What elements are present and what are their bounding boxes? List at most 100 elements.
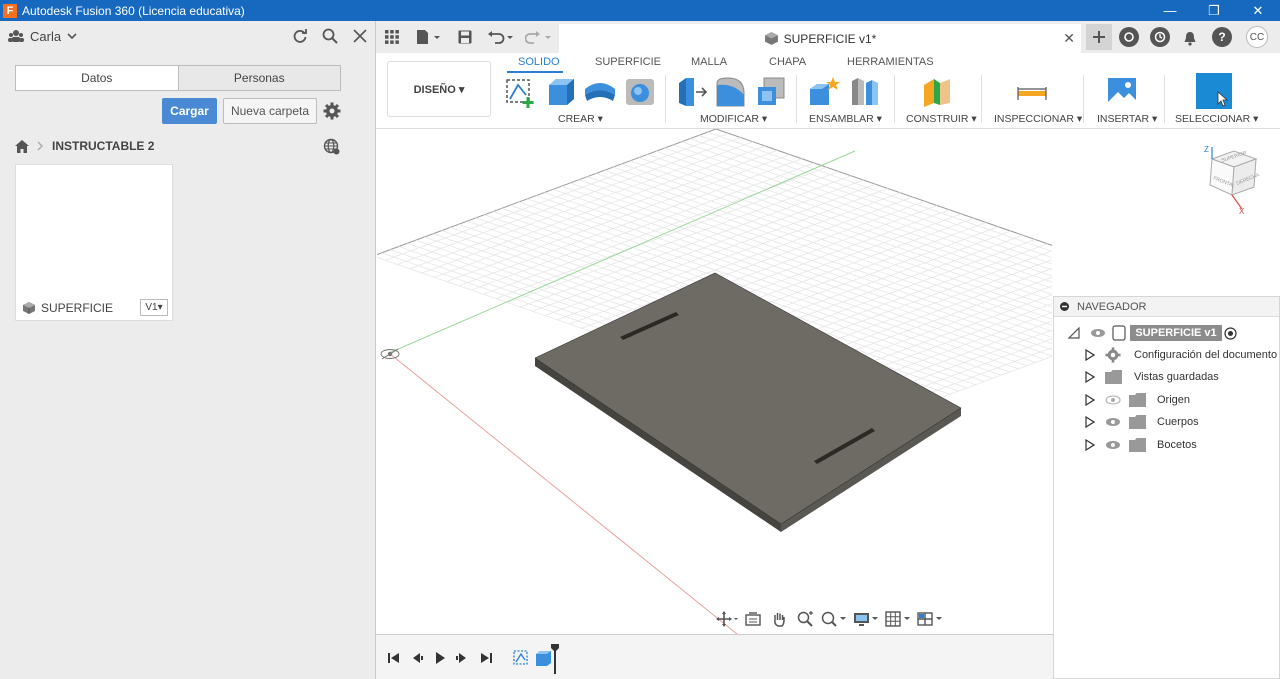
axis-z-label: Z <box>1204 145 1209 154</box>
expand-arrow-icon[interactable] <box>1085 349 1095 361</box>
navigator-item-label: Bocetos <box>1157 439 1197 451</box>
timeline-marker-icon[interactable] <box>550 644 560 674</box>
redo-icon[interactable] <box>524 28 554 46</box>
search-icon[interactable] <box>321 27 339 45</box>
tab-herramientas[interactable]: HERRAMIENTAS <box>847 56 934 68</box>
team-icon <box>8 30 24 42</box>
data-panel: Carla Datos Personas Cargar Nueva carpet… <box>0 21 376 679</box>
new-component-icon[interactable] <box>807 75 841 109</box>
help-icon[interactable]: ? <box>1212 27 1232 47</box>
pan-hand-icon[interactable] <box>768 609 790 629</box>
activate-radio-icon[interactable] <box>1224 327 1237 340</box>
zoom-icon[interactable] <box>794 609 816 629</box>
fillet-icon[interactable] <box>714 75 748 109</box>
restore-button[interactable]: ❐ <box>1192 0 1236 21</box>
minimize-button[interactable]: — <box>1148 0 1192 21</box>
file-thumbnail-card[interactable]: SUPERFICIE V1▾ <box>15 164 173 321</box>
revolve-icon[interactable] <box>583 75 617 109</box>
display-settings-icon[interactable] <box>852 609 880 629</box>
extensions-icon[interactable] <box>1119 27 1139 47</box>
notifications-bell-icon[interactable] <box>1181 29 1199 47</box>
ground-grid <box>377 129 1052 634</box>
3d-viewport[interactable] <box>377 129 1052 634</box>
navigator-item-sketches[interactable]: Bocetos <box>1054 436 1280 454</box>
expand-arrow-icon[interactable] <box>1085 439 1095 451</box>
measure-icon[interactable] <box>1015 75 1049 109</box>
group-seleccionar[interactable]: SELECCIONAR ▾ <box>1175 113 1258 125</box>
new-tab-plus-icon[interactable] <box>1086 24 1112 50</box>
visibility-eye-icon[interactable] <box>1105 440 1121 450</box>
visibility-eye-icon[interactable] <box>1105 417 1121 427</box>
job-status-icon[interactable] <box>1150 27 1170 47</box>
press-pull-icon[interactable] <box>674 75 708 109</box>
document-tab[interactable]: SUPERFICIE v1* ✕ <box>559 24 1081 53</box>
navigator-root-label: SUPERFICIE v1 <box>1130 325 1222 341</box>
version-dropdown[interactable]: V1▾ <box>140 299 168 316</box>
tab-chapa[interactable]: CHAPA <box>769 56 806 68</box>
viewcube-widget[interactable]: SUPERIOR FRONTAL DERECHA Z X <box>1200 143 1266 215</box>
tab-superficie[interactable]: SUPERFICIE <box>595 56 661 68</box>
expand-arrow-icon[interactable] <box>1085 371 1095 383</box>
step-back-icon[interactable] <box>409 651 425 665</box>
expand-triangle-icon[interactable] <box>1068 327 1080 339</box>
globe-icon[interactable] <box>323 138 340 155</box>
breadcrumb-project[interactable]: INSTRUCTABLE 2 <box>52 139 154 153</box>
offset-plane-icon[interactable] <box>920 75 954 109</box>
navigator-item-bodies[interactable]: Cuerpos <box>1054 413 1280 431</box>
orbit-icon[interactable] <box>716 609 738 629</box>
go-to-end-icon[interactable] <box>478 651 494 665</box>
file-menu-icon[interactable] <box>414 28 442 46</box>
collapse-icon[interactable] <box>1060 302 1069 311</box>
new-folder-button[interactable]: Nueva carpeta <box>223 98 317 124</box>
apps-grid-icon[interactable] <box>383 28 401 46</box>
settings-gear-icon[interactable] <box>323 102 341 120</box>
navigator-item-origin[interactable]: Origen <box>1054 391 1280 409</box>
insert-image-icon[interactable] <box>1105 75 1139 109</box>
look-at-icon[interactable] <box>742 609 764 629</box>
upload-button[interactable]: Cargar <box>162 98 217 124</box>
home-icon[interactable] <box>15 139 29 153</box>
fit-zoom-icon[interactable] <box>820 609 848 629</box>
group-construir[interactable]: CONSTRUIR ▾ <box>906 113 977 125</box>
undo-icon[interactable] <box>486 28 516 46</box>
save-icon[interactable] <box>456 28 474 46</box>
origin-eye-icon[interactable] <box>380 348 400 360</box>
select-tool-icon[interactable] <box>1196 73 1232 109</box>
grid-settings-icon[interactable] <box>884 609 912 629</box>
joint-icon[interactable] <box>848 75 882 109</box>
shell-icon[interactable] <box>623 75 657 109</box>
close-panel-icon[interactable] <box>351 27 369 45</box>
navigator-item-label: Cuerpos <box>1157 416 1199 428</box>
play-icon[interactable] <box>432 651 448 665</box>
visibility-eye-icon[interactable] <box>1090 328 1106 338</box>
group-insertar[interactable]: INSERTAR ▾ <box>1097 113 1157 125</box>
tab-datos[interactable]: Datos <box>16 66 178 90</box>
extrude-icon[interactable] <box>544 75 578 109</box>
go-to-start-icon[interactable] <box>386 651 402 665</box>
combine-icon[interactable] <box>754 75 788 109</box>
create-sketch-icon[interactable] <box>504 75 538 109</box>
group-crear[interactable]: CREAR ▾ <box>558 113 603 125</box>
step-forward-icon[interactable] <box>454 651 470 665</box>
group-ensamblar[interactable]: ENSAMBLAR ▾ <box>809 113 882 125</box>
user-selector[interactable]: Carla <box>8 29 77 44</box>
close-tab-icon[interactable]: ✕ <box>1063 30 1075 47</box>
navigator-root[interactable]: SUPERFICIE v1 <box>1054 324 1280 342</box>
workspace-switcher[interactable]: DISEÑO ▾ <box>387 61 491 117</box>
refresh-icon[interactable] <box>291 27 309 45</box>
group-inspeccionar[interactable]: INSPECCIONAR ▾ <box>994 113 1082 125</box>
hidden-eye-icon[interactable] <box>1105 395 1121 405</box>
separator <box>894 75 895 123</box>
tab-malla[interactable]: MALLA <box>691 56 727 68</box>
group-modificar[interactable]: MODIFICAR ▾ <box>700 113 767 125</box>
timeline-sketch-feature-icon[interactable] <box>512 648 532 668</box>
viewports-icon[interactable] <box>916 609 944 629</box>
tab-solido[interactable]: SOLIDO <box>518 56 560 68</box>
close-window-button[interactable]: ✕ <box>1236 0 1280 21</box>
navigator-item-saved-views[interactable]: Vistas guardadas <box>1054 368 1280 386</box>
user-avatar[interactable]: CC <box>1246 26 1268 48</box>
tab-personas[interactable]: Personas <box>177 66 341 90</box>
expand-arrow-icon[interactable] <box>1085 394 1095 406</box>
expand-arrow-icon[interactable] <box>1085 416 1095 428</box>
navigator-item-config[interactable]: Configuración del documento <box>1054 346 1280 364</box>
